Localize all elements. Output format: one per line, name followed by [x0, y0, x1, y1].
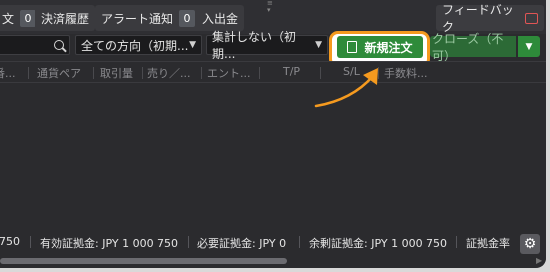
- account-summary-bar: 750 有効証拠金: JPY 1 000 750 必要証拠金: JPY 0 余剰…: [0, 231, 546, 253]
- scrollbar-thumb[interactable]: [0, 258, 287, 264]
- free-margin-label: 余剰証拠金:: [309, 237, 368, 250]
- required-margin: 必要証拠金: JPY 0: [197, 235, 286, 251]
- scroll-right-icon[interactable]: ▶: [536, 256, 542, 265]
- pointer-arrow-icon: [314, 68, 378, 108]
- summary-divider: [299, 236, 300, 248]
- required-margin-value: JPY 0: [259, 237, 287, 250]
- summary-divider: [188, 236, 189, 248]
- effective-margin-label: 有効証拠金:: [40, 237, 99, 250]
- summary-divider: [456, 236, 457, 248]
- required-margin-label: 必要証拠金:: [197, 237, 256, 250]
- horizontal-scrollbar[interactable]: ▶: [0, 256, 546, 266]
- margin-ratio-label: 証拠金率: [466, 237, 510, 250]
- partial-value: 750: [0, 235, 20, 248]
- trading-panel: ≡ ▾ 文 0 決済履歴 アラート通知 0 入出金 フィードバック 全ての方向（初…: [0, 0, 546, 268]
- gear-icon[interactable]: ⚙: [520, 234, 540, 254]
- effective-margin-value: JPY 1 000 750: [102, 237, 179, 250]
- summary-divider: [30, 236, 31, 248]
- effective-margin: 有効証拠金: JPY 1 000 750: [40, 235, 178, 251]
- free-margin: 余剰証拠金: JPY 1 000 750: [309, 235, 447, 251]
- free-margin-value: JPY 1 000 750: [371, 237, 448, 250]
